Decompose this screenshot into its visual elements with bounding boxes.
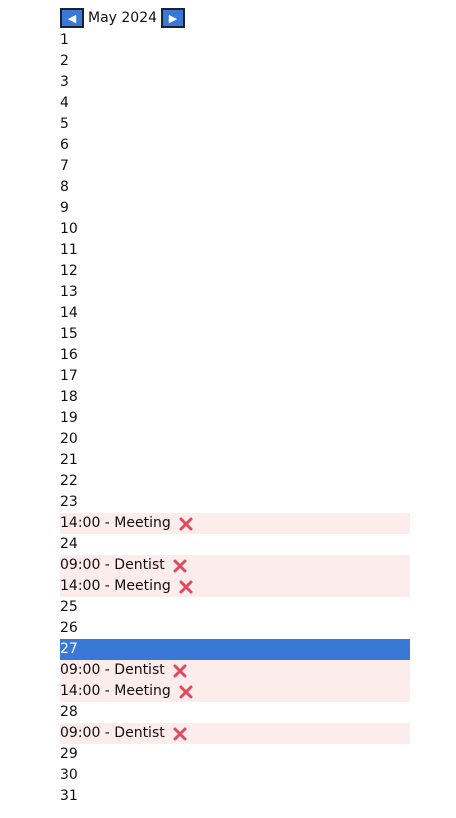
day-row[interactable]: 18 — [60, 387, 410, 408]
month-navigation: ◀ May 2024 ▶ — [60, 7, 186, 29]
day-row[interactable]: 16 — [60, 345, 410, 366]
day-row[interactable]: 21 — [60, 450, 410, 471]
triangle-left-icon: ◀ — [67, 11, 77, 25]
day-row[interactable]: 26 — [60, 618, 410, 639]
day-row[interactable]: 2 — [60, 51, 410, 72]
day-row[interactable]: 23 — [60, 492, 410, 513]
delete-event-icon[interactable] — [171, 662, 189, 680]
event-text: 09:00 - Dentist — [60, 725, 165, 741]
event-text: 14:00 - Meeting — [60, 515, 171, 531]
next-month-button[interactable]: ▶ — [161, 8, 186, 28]
day-row[interactable]: 17 — [60, 366, 410, 387]
delete-event-icon[interactable] — [171, 557, 189, 575]
day-row[interactable]: 10 — [60, 219, 410, 240]
event-text: 14:00 - Meeting — [60, 683, 171, 699]
delete-event-icon[interactable] — [177, 578, 195, 596]
delete-event-icon[interactable] — [177, 683, 195, 701]
day-row[interactable]: 14 — [60, 303, 410, 324]
event-row[interactable]: 14:00 - Meeting — [60, 576, 410, 597]
day-row[interactable]: 24 — [60, 534, 410, 555]
day-row[interactable]: 5 — [60, 114, 410, 135]
day-row[interactable]: 22 — [60, 471, 410, 492]
month-label: May 2024 — [88, 10, 158, 26]
day-row[interactable]: 31 — [60, 786, 410, 807]
prev-month-button[interactable]: ◀ — [60, 8, 84, 28]
day-row[interactable]: 3 — [60, 72, 410, 93]
event-row[interactable]: 09:00 - Dentist — [60, 723, 410, 744]
day-row[interactable]: 15 — [60, 324, 410, 345]
day-row[interactable]: 25 — [60, 597, 410, 618]
day-row[interactable]: 29 — [60, 744, 410, 765]
delete-event-icon[interactable] — [171, 725, 189, 743]
day-row[interactable]: 8 — [60, 177, 410, 198]
event-row[interactable]: 09:00 - Dentist — [60, 555, 410, 576]
event-row[interactable]: 14:00 - Meeting — [60, 513, 410, 534]
day-row[interactable]: 7 — [60, 156, 410, 177]
day-row[interactable]: 30 — [60, 765, 410, 786]
day-row[interactable]: 12 — [60, 261, 410, 282]
day-list: 1 2 3 4 5 6 7 8 9 10 11 12 13 14 15 16 17 18 19 20 21 22 23 14:… — [60, 30, 410, 807]
triangle-right-icon: ▶ — [168, 11, 178, 25]
day-row[interactable]: 20 — [60, 429, 410, 450]
day-row[interactable]: 6 — [60, 135, 410, 156]
event-text: 09:00 - Dentist — [60, 662, 165, 678]
day-row[interactable]: 19 — [60, 408, 410, 429]
event-text: 09:00 - Dentist — [60, 557, 165, 573]
day-row[interactable]: 11 — [60, 240, 410, 261]
day-row[interactable]: 9 — [60, 198, 410, 219]
day-row[interactable]: 13 — [60, 282, 410, 303]
event-row[interactable]: 14:00 - Meeting — [60, 681, 410, 702]
day-row[interactable]: 1 — [60, 30, 410, 51]
event-row[interactable]: 09:00 - Dentist — [60, 660, 410, 681]
day-row[interactable]: 27 — [60, 639, 410, 660]
day-row[interactable]: 28 — [60, 702, 410, 723]
day-row[interactable]: 4 — [60, 93, 410, 114]
event-text: 14:00 - Meeting — [60, 578, 171, 594]
delete-event-icon[interactable] — [177, 515, 195, 533]
